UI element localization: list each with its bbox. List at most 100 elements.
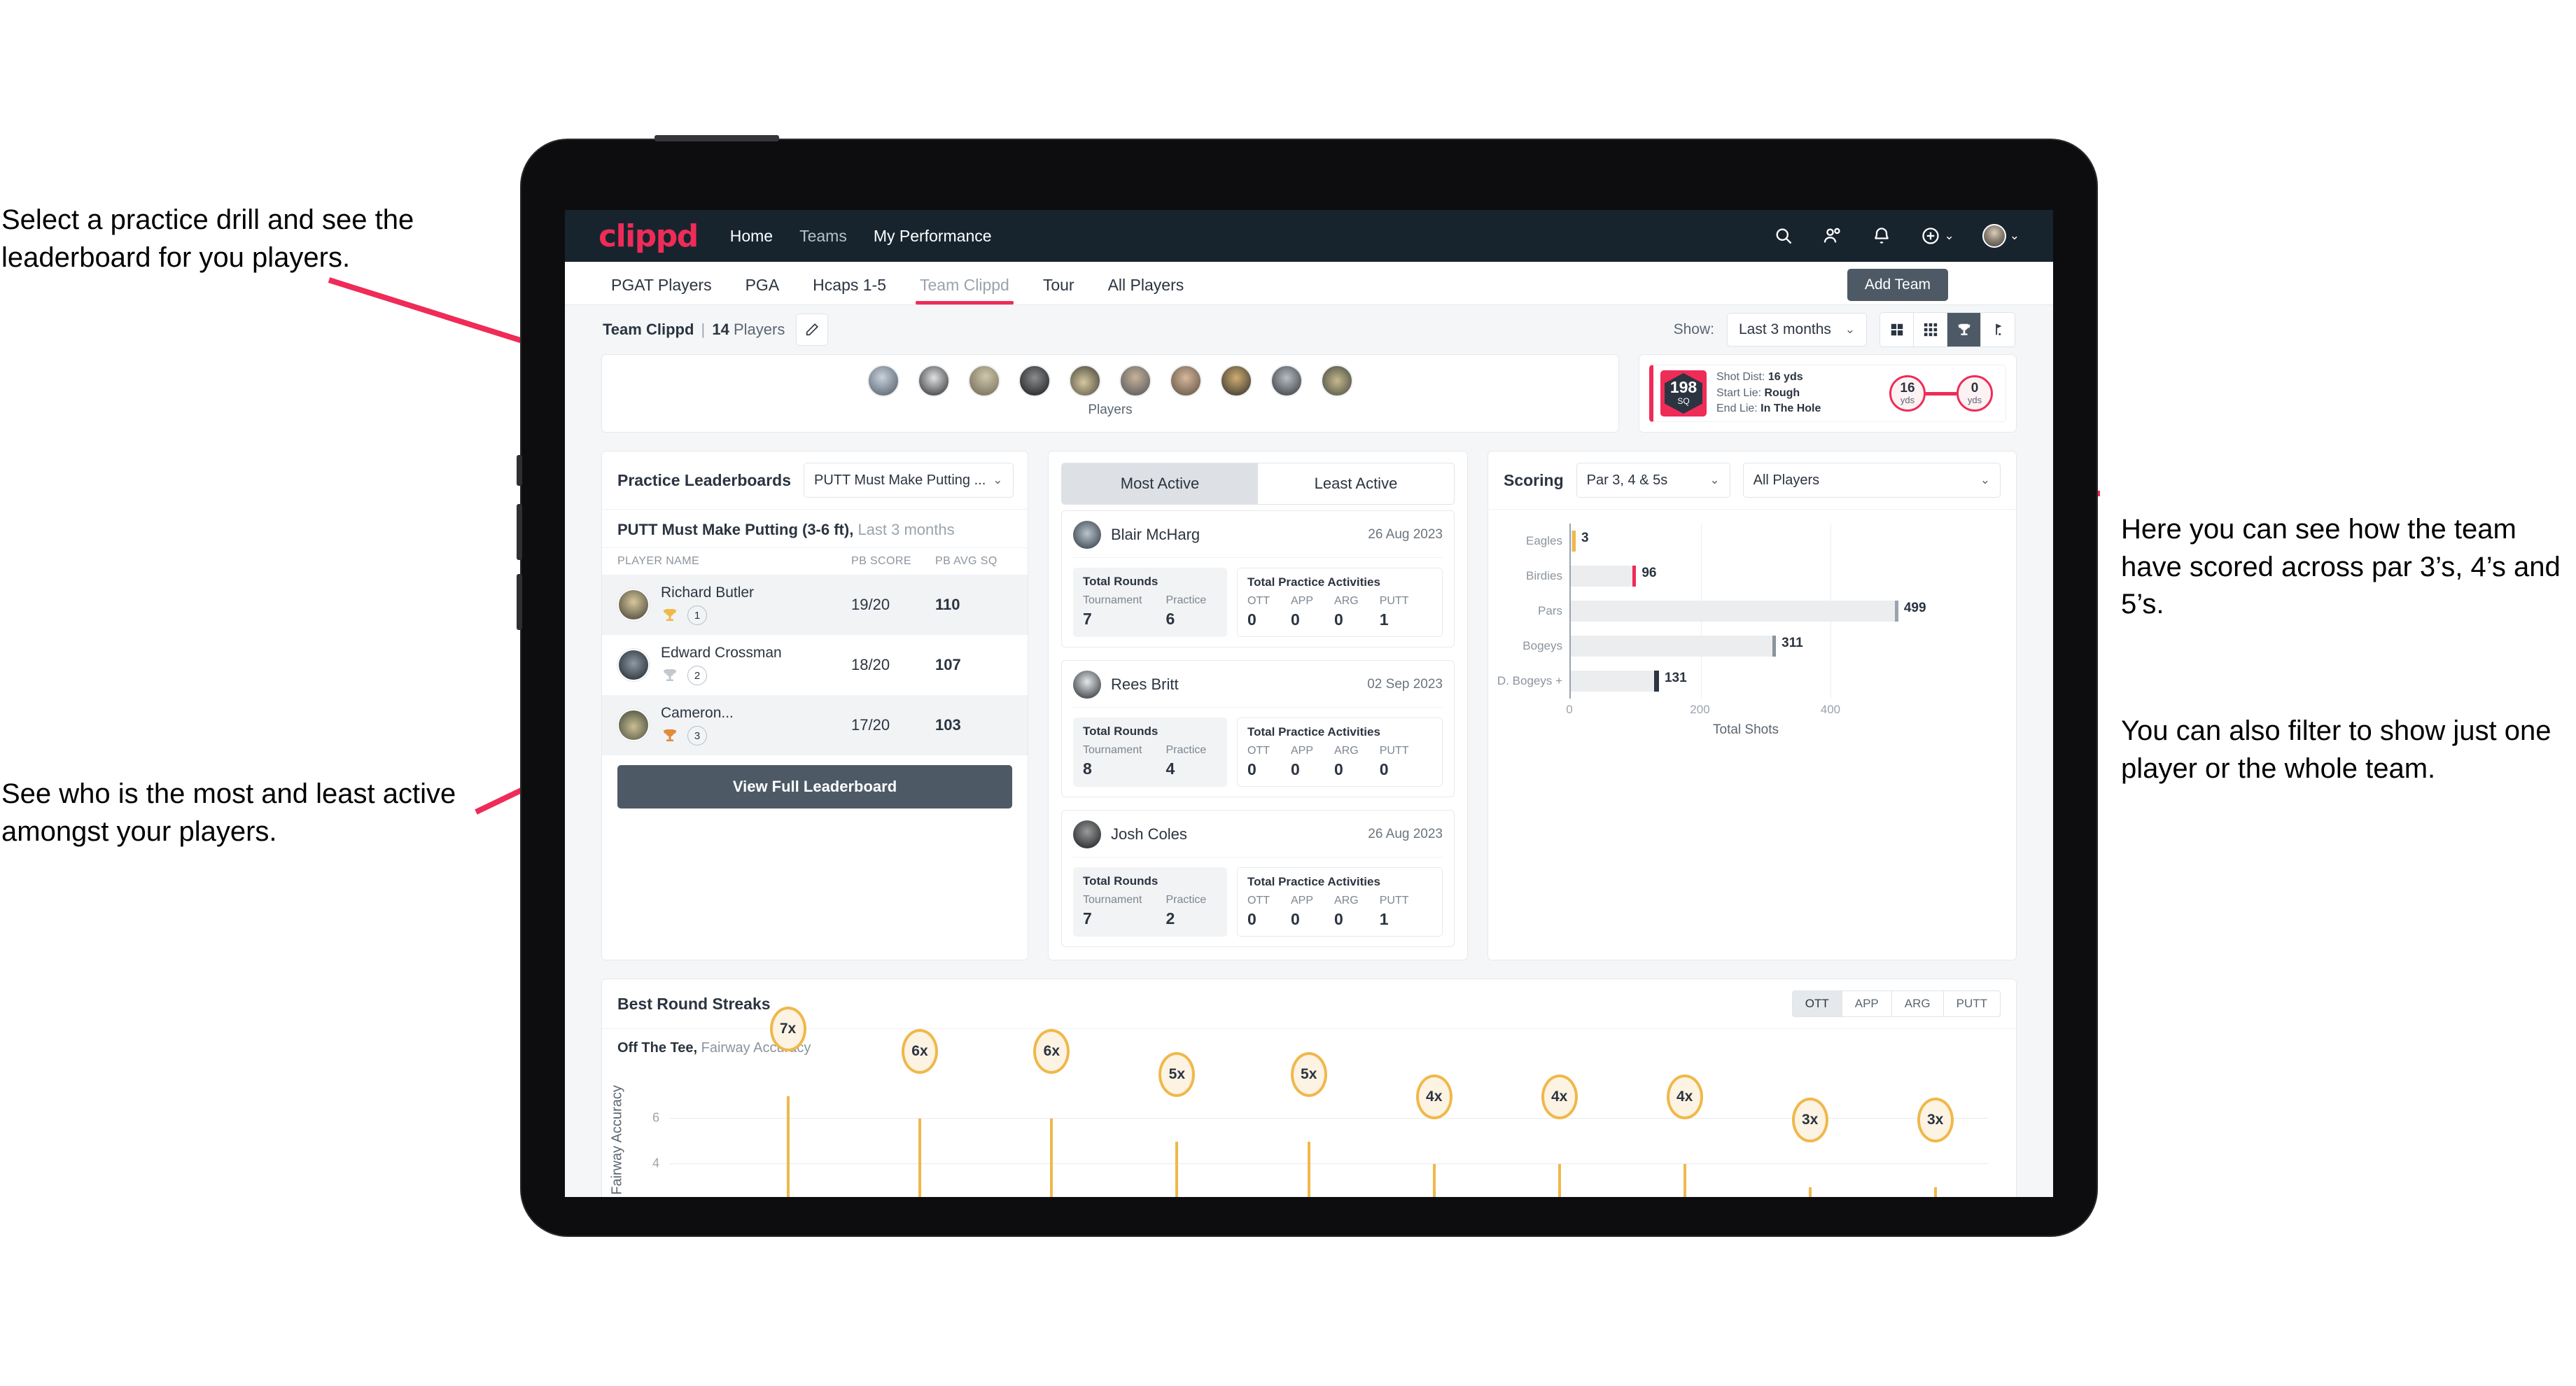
rounds-practice-label: Practice	[1166, 894, 1207, 906]
table-row[interactable]: Edward Crossman 2 18/20 107	[602, 635, 1028, 695]
activity-item-body: Total Rounds Tournament 8 Practice 4 Tot…	[1073, 718, 1443, 787]
streak-marker[interactable]: 6x	[1033, 1029, 1070, 1074]
streak-stem	[1558, 1164, 1561, 1197]
nav-link-my-performance[interactable]: My Performance	[874, 227, 992, 246]
people-icon[interactable]	[1822, 225, 1843, 246]
table-row[interactable]: Cameron... 3 17/20 103	[602, 695, 1028, 755]
practice-activities-title: Total Practice Activities	[1247, 725, 1380, 738]
pencil-icon	[806, 323, 819, 336]
start-lie-value: Rough	[1764, 386, 1800, 399]
plus-circle-icon[interactable]	[1920, 225, 1941, 246]
add-team-button[interactable]: Add Team	[1847, 269, 1948, 301]
streak-marker[interactable]: 3x	[1917, 1097, 1954, 1142]
avatar[interactable]	[918, 365, 950, 397]
tab-hcaps-1-5[interactable]: Hcaps 1-5	[803, 276, 896, 304]
bell-icon[interactable]	[1871, 225, 1892, 246]
avatar[interactable]	[1069, 365, 1101, 397]
tab-app[interactable]: APP	[1842, 991, 1892, 1016]
players-caption: Players	[1088, 402, 1133, 417]
activity-card: Most Active Least Active Blair McHarg 26…	[1048, 451, 1468, 960]
tab-arg[interactable]: ARG	[1892, 991, 1944, 1016]
list-item[interactable]: Rees Britt 02 Sep 2023 Total Rounds Tour…	[1061, 660, 1455, 797]
scoring-chart: Eagles 3 Birdies 96 Pars 499 Bogeys 311 …	[1488, 510, 2016, 737]
add-menu[interactable]: ⌄	[1920, 225, 1954, 246]
row-main-panels: Practice Leaderboards PUTT Must Make Put…	[601, 451, 2017, 960]
streak-marker[interactable]: 7x	[769, 1006, 806, 1051]
start-distance-unit: yds	[1900, 395, 1915, 405]
clippd-logo[interactable]: clippd	[598, 218, 699, 254]
x-tick-400: 400	[1820, 703, 1841, 716]
streak-marker[interactable]: 5x	[1158, 1051, 1196, 1097]
trophy-icon[interactable]	[1947, 313, 1981, 346]
search-icon[interactable]	[1773, 225, 1794, 246]
rounds-practice: Practice 4	[1166, 744, 1207, 778]
player-name: Edward Crossman	[661, 645, 782, 661]
practice-putt-label: PUTT	[1379, 895, 1409, 906]
tab-ott[interactable]: OTT	[1792, 991, 1842, 1016]
streak-stem	[1307, 1141, 1310, 1197]
bar-cap	[1632, 566, 1637, 587]
streak-marker[interactable]: 4x	[1541, 1074, 1578, 1119]
edit-team-button[interactable]	[796, 314, 829, 346]
avatar[interactable]	[1270, 365, 1303, 397]
par-filter-select[interactable]: Par 3, 4 & 5s ⌄	[1576, 463, 1730, 498]
rounds-practice: Practice 2	[1166, 894, 1207, 928]
streak-marker[interactable]: 5x	[1290, 1051, 1327, 1097]
avatar	[617, 709, 650, 741]
table-row[interactable]: Richard Butler 1 19/20 110	[602, 575, 1028, 635]
date-range-select[interactable]: Last 3 months ⌄	[1727, 313, 1867, 346]
scoring-card: Scoring Par 3, 4 & 5s ⌄ All Players ⌄ Ea…	[1488, 451, 2017, 960]
view-full-leaderboard-button[interactable]: View Full Leaderboard	[617, 765, 1012, 808]
leaderboard-header: Practice Leaderboards PUTT Must Make Put…	[602, 451, 1028, 510]
streak-marker[interactable]: 3x	[1791, 1097, 1828, 1142]
bar-label: Eagles	[1526, 534, 1562, 547]
tab-pgat-players[interactable]: PGAT Players	[601, 276, 722, 304]
tab-least-active[interactable]: Least Active	[1258, 463, 1454, 504]
streak-marker[interactable]: 6x	[901, 1029, 938, 1074]
nav-link-home[interactable]: Home	[730, 227, 773, 246]
rank-number: 1	[687, 606, 707, 625]
tab-team-clippd[interactable]: Team Clippd	[910, 276, 1019, 304]
avatar[interactable]	[1018, 365, 1051, 397]
flag-icon[interactable]	[1981, 313, 2015, 346]
view-mode-toggle-group	[1879, 312, 2015, 347]
avatar[interactable]	[968, 365, 1000, 397]
bar-cap	[1894, 601, 1898, 622]
avatar[interactable]	[1119, 365, 1152, 397]
tab-all-players[interactable]: All Players	[1098, 276, 1194, 304]
y-axis-label: Streak, Fairway Accuracy	[609, 1085, 625, 1197]
avatar[interactable]	[1982, 224, 2006, 248]
list-item[interactable]: Blair McHarg 26 Aug 2023 Total Rounds To…	[1061, 510, 1455, 648]
drill-select[interactable]: PUTT Must Make Putting ... ⌄	[804, 463, 1014, 498]
chevron-down-icon: ⌄	[1844, 323, 1855, 336]
avatar[interactable]	[867, 365, 899, 397]
pb-score-value: 18/20	[851, 656, 890, 673]
streaks-header: Best Round Streaks OTT APP ARG PUTT	[602, 979, 2016, 1029]
tab-tour[interactable]: Tour	[1033, 276, 1084, 304]
bar-row-bogeys: Bogeys 311	[1522, 629, 1922, 664]
player-name: Richard Butler	[661, 584, 755, 601]
avatar[interactable]	[1321, 365, 1353, 397]
tab-pga[interactable]: PGA	[736, 276, 790, 304]
y-tick-4: 4	[652, 1156, 659, 1170]
profile-menu[interactable]: ⌄	[1982, 224, 2019, 248]
avatar[interactable]	[1170, 365, 1202, 397]
tab-putt[interactable]: PUTT	[1944, 991, 2000, 1016]
activity-date: 26 Aug 2023	[1368, 827, 1443, 841]
streak-marker[interactable]: 4x	[1415, 1074, 1452, 1119]
list-item[interactable]: Josh Coles 26 Aug 2023 Total Rounds Tour…	[1061, 810, 1455, 947]
player-filter-select[interactable]: All Players ⌄	[1742, 463, 2001, 498]
grid-small-icon[interactable]	[1914, 313, 1947, 346]
nav-link-teams[interactable]: Teams	[799, 227, 847, 246]
grid-large-icon[interactable]	[1880, 313, 1914, 346]
activity-item-body: Total Rounds Tournament 7 Practice	[1073, 568, 1443, 637]
avatar[interactable]	[1220, 365, 1252, 397]
practice-ott-value: 0	[1247, 610, 1256, 629]
gridline-4: 4	[652, 1156, 1988, 1170]
start-distance-marker: 16 yds	[1889, 375, 1926, 412]
avatar	[1073, 521, 1101, 549]
tab-most-active[interactable]: Most Active	[1062, 463, 1258, 504]
shot-quality-value: 198	[1670, 378, 1698, 397]
rounds-tournament-value: 8	[1083, 760, 1092, 778]
streak-marker[interactable]: 4x	[1666, 1074, 1703, 1119]
